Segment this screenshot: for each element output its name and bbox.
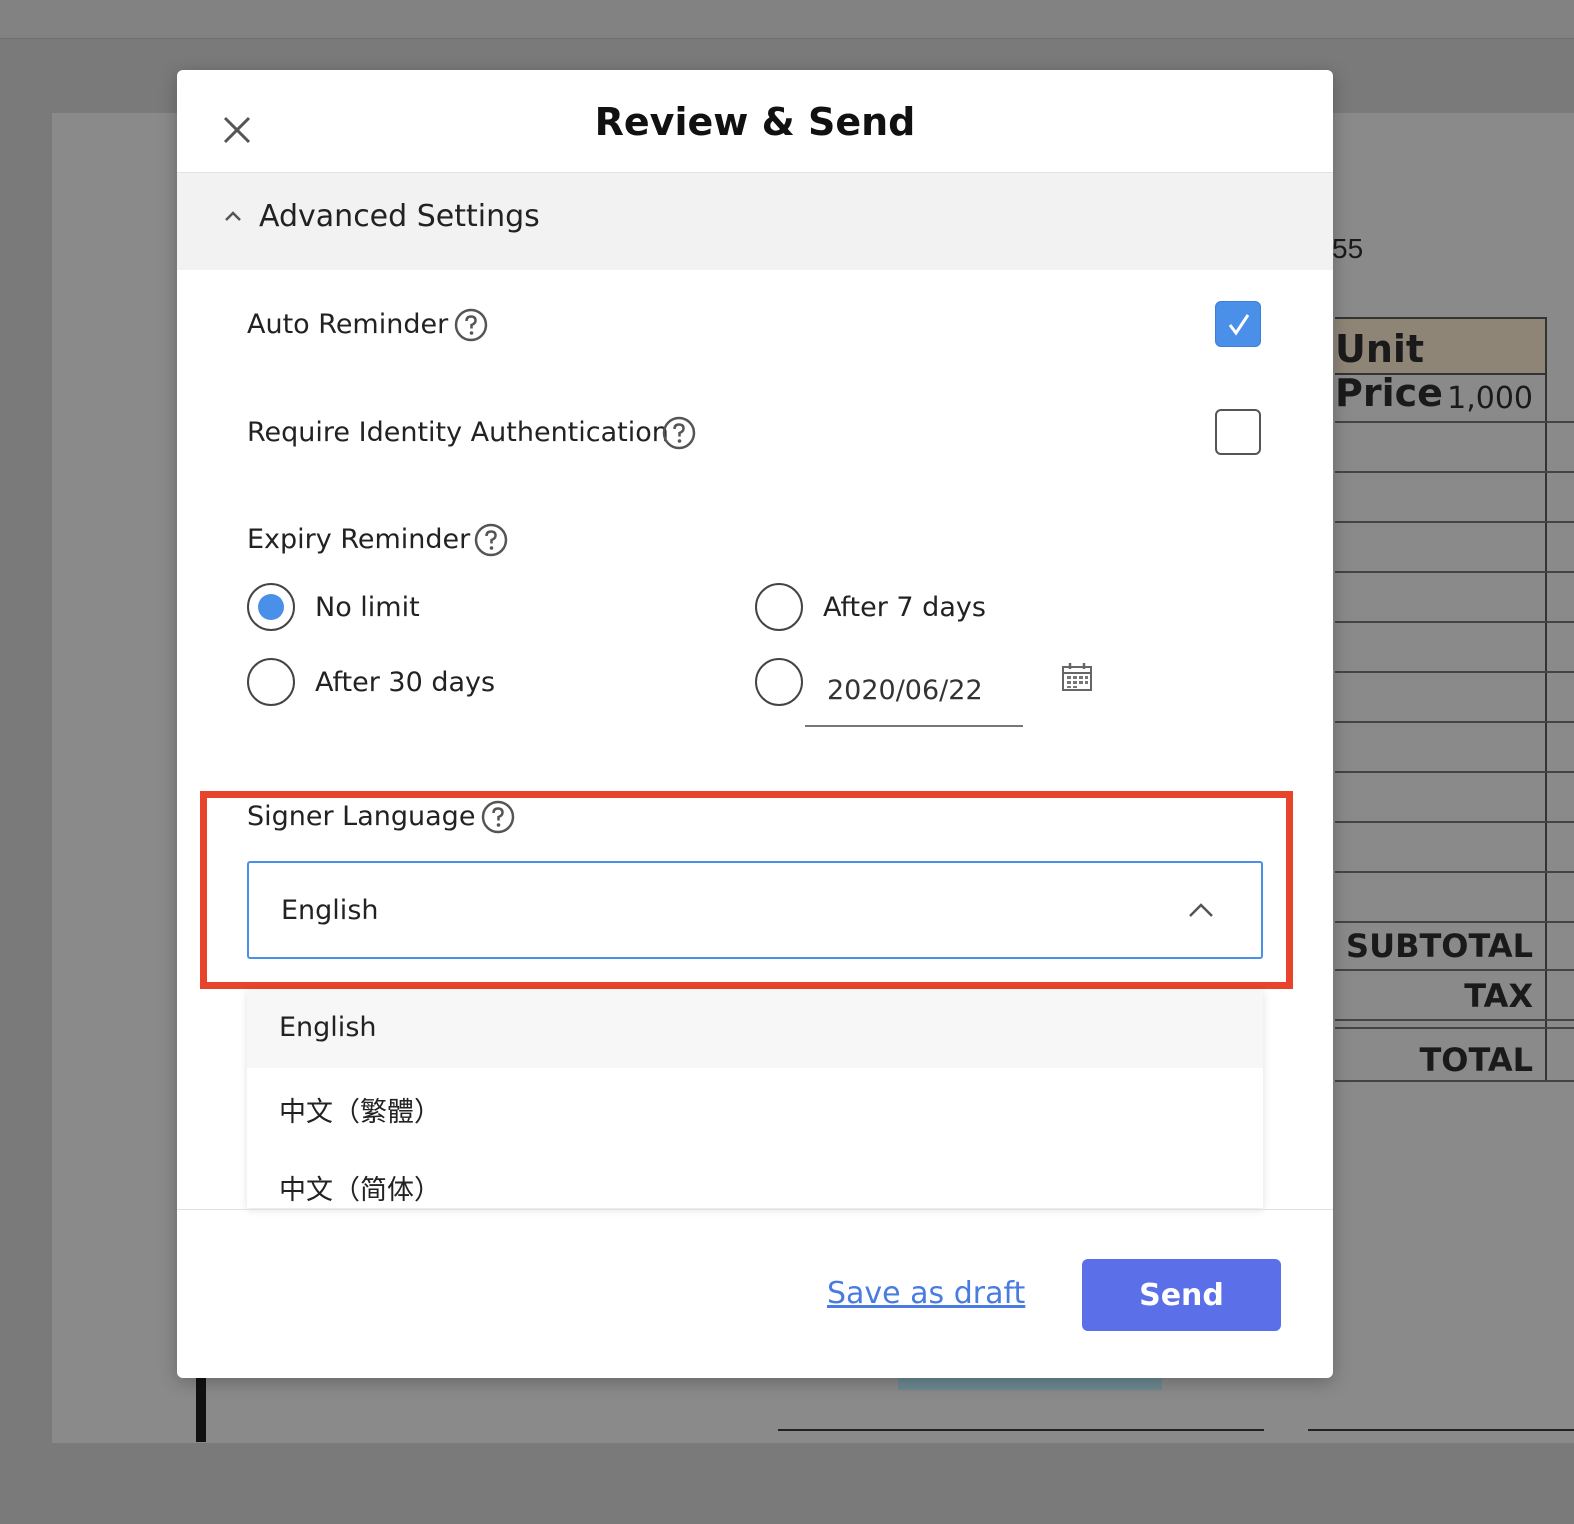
review-send-modal: Review & Send Advanced Settings Auto Rem… [177,70,1333,1378]
doc-row-line [1335,621,1574,623]
language-option-label: 中文（简体） [279,1175,441,1206]
doc-first-value: 1,000 [1447,381,1533,416]
doc-row-line [1335,721,1574,723]
doc-subtotal-label: SUBTOTAL [1346,927,1533,965]
checkmark-icon [1228,314,1250,336]
doc-price-table: Unit Price 1,000 SUBTOTAL TAX TOTAL [1335,317,1574,1082]
expiry-date-input[interactable] [805,655,1023,727]
doc-signature-line [778,1429,1264,1431]
doc-table-divider [1545,317,1547,1082]
language-dropdown: English 中文（繁體） 中文（简体） [247,990,1263,1208]
modal-title: Review & Send [594,100,916,144]
help-icon[interactable] [662,416,696,450]
help-icon[interactable] [481,800,515,834]
language-option-traditional-chinese[interactable]: 中文（繁體） [247,1068,1263,1146]
doc-row-line [1335,1019,1574,1021]
doc-row-line [1335,521,1574,523]
chevron-up-icon [225,211,241,221]
advanced-settings-toggle[interactable]: Advanced Settings [177,173,1333,270]
doc-row-line [1335,921,1574,923]
doc-row-line [1335,471,1574,473]
signer-language-label: Signer Language [247,801,476,832]
calendar-icon[interactable] [1061,662,1093,692]
selected-language: English [281,895,379,926]
help-icon[interactable] [454,308,488,342]
doc-total-label: TOTAL [1419,1041,1533,1079]
doc-table-header: Unit Price [1335,317,1545,415]
doc-row-line [1335,671,1574,673]
radio-after-30-days[interactable] [247,658,295,706]
send-button[interactable]: Send [1082,1259,1281,1331]
language-option-simplified-chinese[interactable]: 中文（简体） [247,1146,1263,1224]
doc-row-line [1335,571,1574,573]
doc-signature-line [1308,1429,1574,1431]
doc-row-line [1335,821,1574,823]
doc-left-bar [196,1378,206,1442]
doc-row-line [1335,1027,1574,1029]
after-7-days-label: After 7 days [823,592,986,623]
modal-header: Review & Send [177,70,1333,173]
radio-after-7-days[interactable] [755,583,803,631]
no-limit-label: No limit [315,592,420,623]
footer-divider [177,1209,1333,1210]
advanced-settings-label: Advanced Settings [259,199,540,234]
chevron-up-icon [1189,903,1213,917]
signer-language-select[interactable]: English [247,861,1263,959]
doc-row-line [1335,421,1574,423]
doc-row-line [1335,871,1574,873]
doc-row-line [1335,969,1574,971]
auto-reminder-checkbox[interactable] [1215,301,1261,347]
expiry-reminder-label: Expiry Reminder [247,524,471,555]
identity-auth-label: Require Identity Authentication [247,417,669,448]
help-icon[interactable] [474,523,508,557]
after-30-days-label: After 30 days [315,667,496,698]
language-option-label: English [279,1012,377,1043]
doc-tax-label: TAX [1464,977,1533,1015]
doc-row-line [1335,1080,1574,1082]
identity-auth-checkbox[interactable] [1215,409,1261,455]
doc-teal-strip [898,1378,1162,1390]
language-option-english[interactable]: English [247,990,1263,1068]
radio-selected-dot [258,594,284,620]
doc-row-line [1335,771,1574,773]
language-option-label: 中文（繁體） [279,1097,441,1128]
radio-custom-date[interactable] [755,658,803,706]
auto-reminder-label: Auto Reminder [247,309,449,340]
doc-phone-fragment: 55 [1332,233,1364,264]
radio-no-limit[interactable] [247,583,295,631]
save-as-draft-link[interactable]: Save as draft [827,1276,1025,1311]
top-bar [0,0,1574,39]
